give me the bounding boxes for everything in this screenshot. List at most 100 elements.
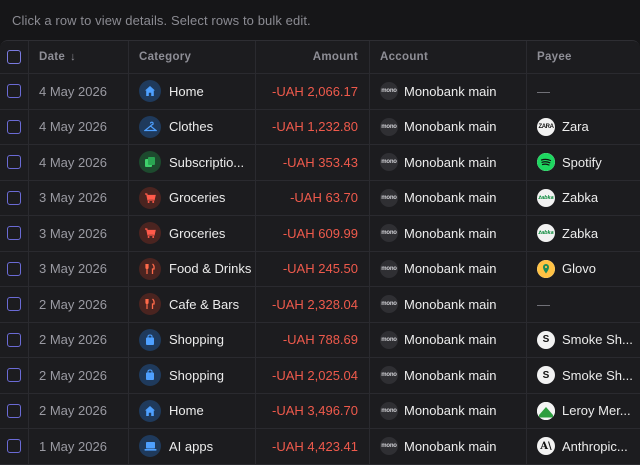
- column-header-payee[interactable]: Payee: [527, 41, 640, 73]
- category-cell: Clothes: [129, 109, 256, 144]
- monobank-icon: mono: [380, 153, 398, 172]
- instructions-hint: Click a row to view details. Select rows…: [12, 13, 311, 28]
- table-row[interactable]: 3 May 2026 Food & Drinks -UAH 245.50 mon…: [0, 251, 640, 287]
- category-label: AI apps: [169, 438, 214, 454]
- shopping-bag-icon: [139, 364, 161, 387]
- account-cell: mono Monobank main: [370, 358, 527, 393]
- date-value: 4 May 2026: [39, 154, 107, 170]
- amount-cell: -UAH 353.43: [256, 145, 370, 180]
- select-all-checkbox[interactable]: [7, 50, 21, 64]
- column-header-account[interactable]: Account: [370, 41, 527, 73]
- amount-cell: -UAH 3,496.70: [256, 393, 370, 428]
- payee-cell: żabka Zabka: [527, 216, 640, 251]
- anthropic-logo-icon: A\: [537, 437, 555, 456]
- row-checkbox[interactable]: [7, 190, 21, 205]
- column-header-date[interactable]: Date ↓: [29, 41, 129, 73]
- category-label: Food & Drinks: [169, 261, 252, 277]
- category-cell: Food & Drinks: [129, 251, 256, 286]
- sort-down-icon: ↓: [70, 51, 76, 63]
- payee-name: Zabka: [562, 190, 599, 206]
- row-checkbox[interactable]: [7, 368, 21, 383]
- table-row[interactable]: 4 May 2026 Subscriptio... -UAH 353.43 mo…: [0, 145, 640, 181]
- amount-value: -UAH 609.99: [282, 225, 358, 241]
- amount-cell: -UAH 788.69: [256, 322, 370, 357]
- category-label: Groceries: [169, 190, 226, 206]
- amount-header-label: Amount: [312, 51, 358, 63]
- date-value: 2 May 2026: [39, 367, 107, 383]
- account-name: Monobank main: [404, 154, 497, 170]
- row-checkbox[interactable]: [7, 119, 21, 134]
- table-row[interactable]: 2 May 2026 Home -UAH 3,496.70 mono Monob…: [0, 393, 640, 429]
- row-select-cell: [0, 74, 29, 109]
- row-checkbox[interactable]: [7, 403, 21, 418]
- cart-icon: [139, 186, 161, 209]
- payee-name: Zabka: [562, 225, 599, 241]
- amount-value: -UAH 2,066.17: [272, 83, 358, 99]
- column-header-category[interactable]: Category: [129, 41, 256, 73]
- date-cell: 3 May 2026: [29, 251, 129, 286]
- monobank-icon: mono: [380, 366, 398, 385]
- table-row[interactable]: 1 May 2026 AI apps -UAH 4,423.41 mono Mo…: [0, 429, 640, 465]
- payee-name: Glovo: [562, 261, 596, 277]
- table-row[interactable]: 4 May 2026 Clothes -UAH 1,232.80 mono Mo…: [0, 109, 640, 145]
- category-cell: Home: [129, 393, 256, 428]
- row-checkbox[interactable]: [7, 332, 21, 347]
- category-label: Cafe & Bars: [169, 296, 240, 312]
- home-icon: [139, 399, 161, 422]
- category-header-label: Category: [139, 51, 192, 63]
- category-cell: Shopping: [129, 358, 256, 393]
- payee-cell: A\ Anthropic...: [527, 429, 640, 464]
- monobank-icon: mono: [380, 188, 398, 207]
- glovo-logo-icon: [537, 259, 555, 278]
- account-cell: mono Monobank main: [370, 287, 527, 322]
- payee-name: Smoke Sh...: [562, 332, 633, 348]
- category-cell: Groceries: [129, 216, 256, 251]
- category-cell: Subscriptio...: [129, 145, 256, 180]
- table-row[interactable]: 2 May 2026 Shopping -UAH 788.69 mono Mon…: [0, 322, 640, 358]
- payee-header-label: Payee: [537, 51, 572, 63]
- account-cell: mono Monobank main: [370, 393, 527, 428]
- table-row[interactable]: 3 May 2026 Groceries -UAH 63.70 mono Mon…: [0, 180, 640, 216]
- amount-cell: -UAH 4,423.41: [256, 429, 370, 464]
- home-icon: [139, 80, 161, 103]
- row-checkbox[interactable]: [7, 226, 21, 241]
- account-cell: mono Monobank main: [370, 74, 527, 109]
- table-row[interactable]: 2 May 2026 Shopping -UAH 2,025.04 mono M…: [0, 358, 640, 394]
- account-cell: mono Monobank main: [370, 216, 527, 251]
- hanger-icon: [139, 115, 161, 138]
- account-cell: mono Monobank main: [370, 429, 527, 464]
- account-header-label: Account: [380, 51, 429, 63]
- monobank-icon: mono: [380, 117, 398, 136]
- monobank-icon: mono: [380, 224, 398, 243]
- amount-value: -UAH 63.70: [290, 190, 358, 206]
- smoke-shop-logo-icon: S: [537, 366, 555, 385]
- table-row[interactable]: 2 May 2026 Cafe & Bars -UAH 2,328.04 mon…: [0, 287, 640, 323]
- row-checkbox[interactable]: [7, 439, 21, 454]
- payee-cell: Glovo: [527, 252, 640, 287]
- account-name: Monobank main: [404, 332, 497, 348]
- spotify-logo-icon: [537, 153, 555, 172]
- amount-value: -UAH 353.43: [282, 154, 358, 170]
- amount-cell: -UAH 2,066.17: [256, 74, 370, 109]
- payee-cell: —: [527, 287, 640, 322]
- date-cell: 2 May 2026: [29, 287, 129, 322]
- account-name: Monobank main: [404, 261, 497, 277]
- category-cell: Shopping: [129, 322, 256, 357]
- column-header-amount[interactable]: Amount: [256, 41, 370, 73]
- transactions-table: Date ↓ Category Amount Account Payee 4 M…: [0, 40, 640, 465]
- row-checkbox[interactable]: [7, 84, 21, 99]
- date-value: 4 May 2026: [39, 83, 107, 99]
- amount-value: -UAH 245.50: [282, 261, 358, 277]
- date-value: 2 May 2026: [39, 403, 107, 419]
- category-cell: AI apps: [129, 429, 256, 464]
- row-checkbox[interactable]: [7, 297, 21, 312]
- row-select-cell: [0, 180, 29, 215]
- row-checkbox[interactable]: [7, 155, 21, 170]
- account-cell: mono Monobank main: [370, 145, 527, 180]
- amount-value: -UAH 2,328.04: [272, 296, 358, 312]
- table-row[interactable]: 3 May 2026 Groceries -UAH 609.99 mono Mo…: [0, 216, 640, 252]
- table-row[interactable]: 4 May 2026 Home -UAH 2,066.17 mono Monob…: [0, 74, 640, 110]
- row-checkbox[interactable]: [7, 261, 21, 276]
- amount-value: -UAH 3,496.70: [272, 403, 358, 419]
- subscriptions-icon: [139, 151, 161, 174]
